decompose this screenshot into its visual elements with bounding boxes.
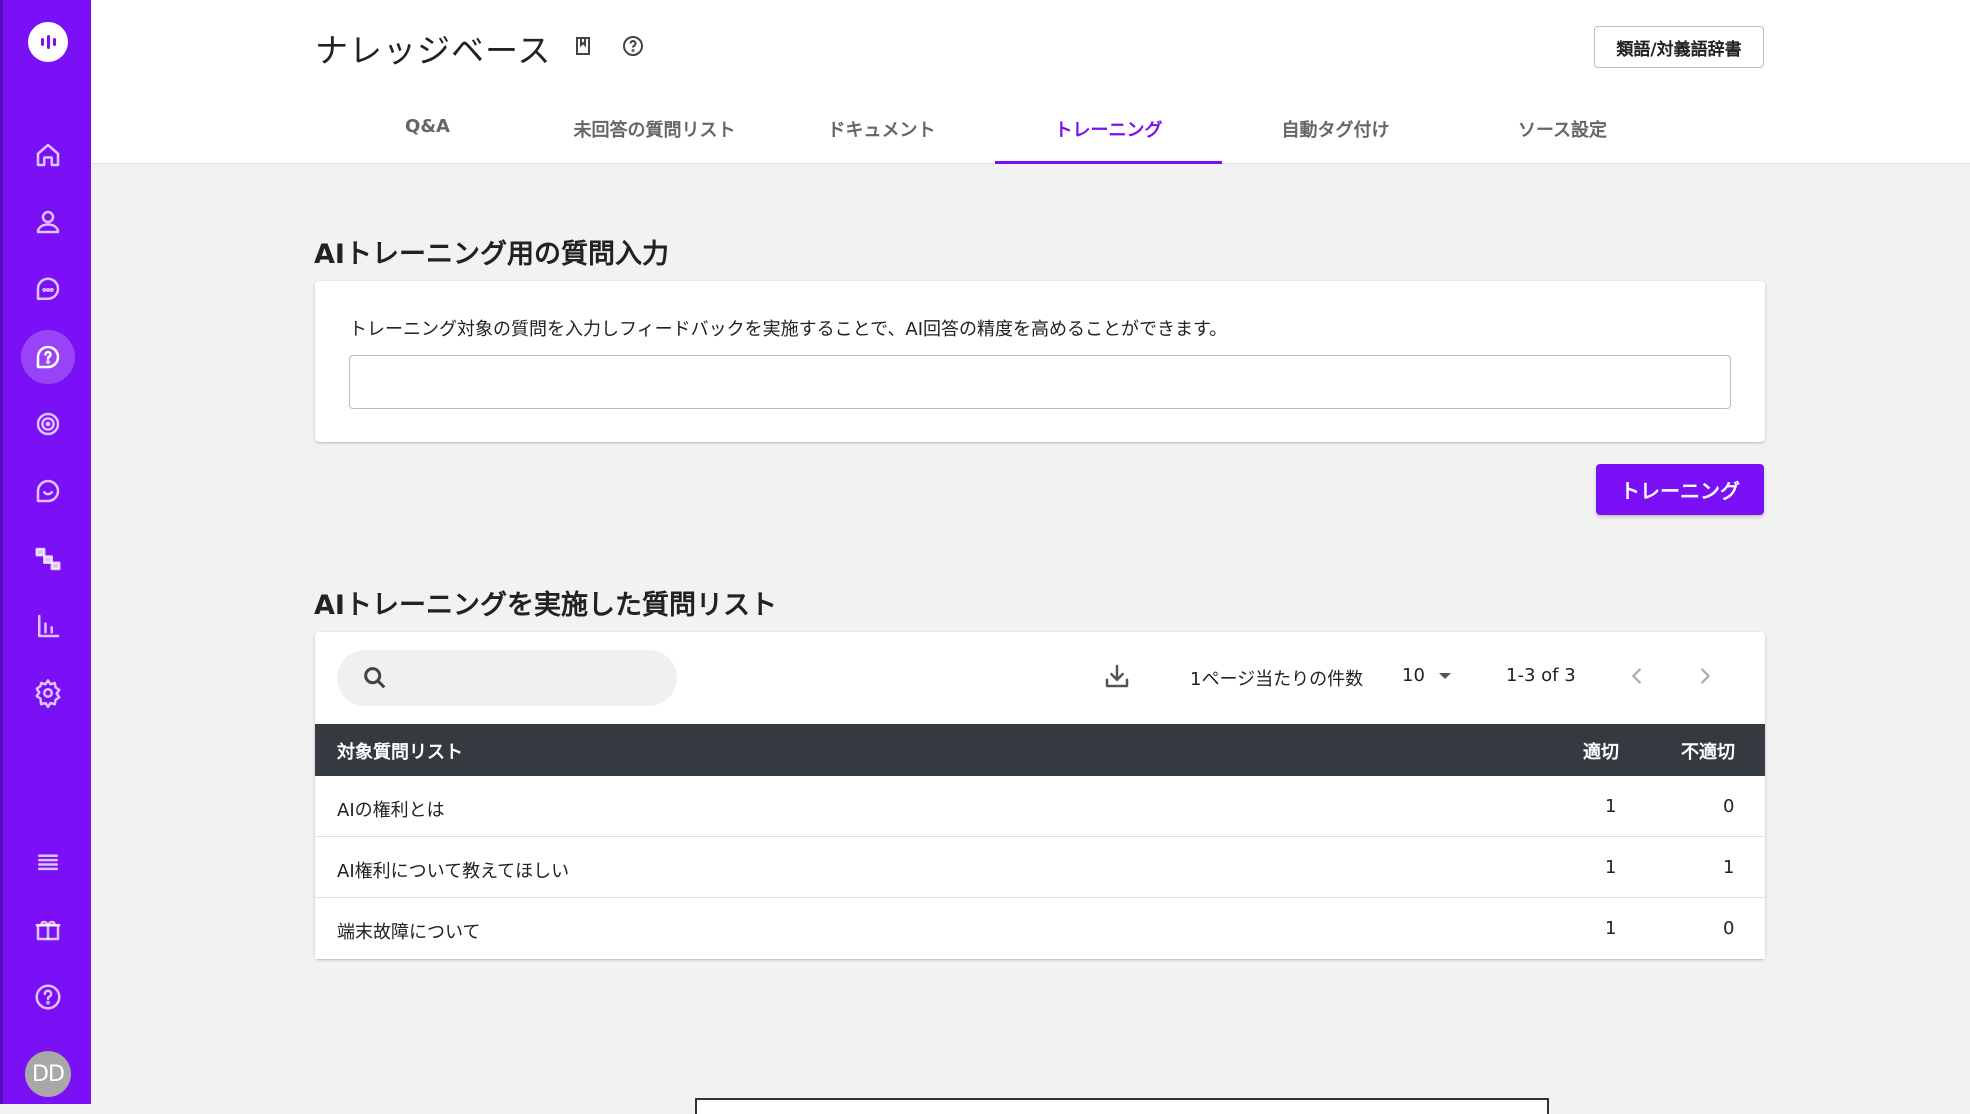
tab-training[interactable]: トレーニング — [995, 100, 1222, 164]
sidebar-item-chat[interactable] — [21, 263, 75, 317]
table-header: 対象質問リスト 適切 不適切 — [315, 724, 1765, 776]
row-appropriate-count: 1 — [1605, 918, 1617, 939]
tab-auto-tagging[interactable]: 自動タグ付け — [1222, 100, 1449, 164]
knowledge-icon — [36, 345, 60, 369]
table-row[interactable]: 端末故障について 1 0 — [315, 898, 1765, 959]
search-icon — [364, 667, 386, 689]
tab-source-settings[interactable]: ソース設定 — [1449, 100, 1676, 164]
home-icon — [36, 143, 60, 167]
tab-bar: Q&A 未回答の質問リスト ドキュメント トレーニング 自動タグ付け ソース設定 — [314, 100, 1676, 164]
training-description: トレーニング対象の質問を入力しフィードバックを実施することで、AI回答の精度を高… — [349, 319, 1228, 340]
target-icon — [36, 412, 60, 436]
rows-per-page-value: 10 — [1402, 665, 1425, 686]
row-question: AIの権利とは — [337, 800, 445, 821]
rows-per-page-select[interactable]: 10 — [1402, 665, 1451, 686]
next-page-button[interactable] — [1691, 662, 1719, 690]
sidebar-item-users[interactable] — [21, 195, 75, 249]
search-input[interactable] — [401, 667, 661, 689]
sidebar-item-help[interactable] — [21, 970, 75, 1024]
sidebar-item-settings[interactable] — [21, 666, 75, 720]
chat-icon — [36, 277, 60, 300]
app-logo[interactable] — [28, 22, 68, 62]
analytics-icon — [38, 614, 60, 638]
column-header-appropriate[interactable]: 適切 — [1583, 738, 1619, 764]
row-inappropriate-count: 0 — [1723, 918, 1735, 939]
tab-qa[interactable]: Q&A — [314, 100, 541, 164]
sidebar-item-knowledge[interactable] — [21, 330, 75, 384]
tab-unanswered[interactable]: 未回答の質問リスト — [541, 100, 768, 164]
avatar[interactable]: DD — [25, 1051, 71, 1097]
sidebar-item-target[interactable] — [21, 397, 75, 451]
row-question: 端末故障について — [337, 922, 481, 943]
page-header: ナレッジベース 類語/対義語辞書 Q&A 未回答の質問リスト ドキュメント トレ… — [91, 0, 1970, 164]
trained-list-title: AIトレーニングを実施した質問リスト — [314, 590, 777, 621]
rows-per-page-label: 1ページ当たりの件数 — [1190, 669, 1364, 690]
user-icon — [36, 210, 60, 234]
column-header-inappropriate[interactable]: 不適切 — [1681, 738, 1735, 764]
trained-list-card: 1ページ当たりの件数 10 1-3 of 3 対象質問リスト 適切 不適切 AI… — [315, 632, 1765, 959]
page-title: ナレッジベース — [315, 31, 552, 70]
gift-icon — [35, 920, 61, 941]
chevron-down-icon — [1438, 672, 1451, 679]
prev-page-button[interactable] — [1623, 662, 1651, 690]
row-question: AI権利について教えてほしい — [337, 861, 570, 882]
row-inappropriate-count: 1 — [1723, 857, 1735, 878]
download-icon[interactable] — [1102, 661, 1132, 691]
sidebar: DD — [0, 0, 91, 1104]
search-box[interactable] — [337, 650, 677, 706]
training-input-card: トレーニング対象の質問を入力しフィードバックを実施することで、AI回答の精度を高… — [315, 281, 1765, 442]
menu-icon — [38, 854, 58, 871]
tab-documents[interactable]: ドキュメント — [768, 100, 995, 164]
sidebar-item-messages[interactable] — [21, 464, 75, 518]
logo-icon — [40, 35, 56, 49]
bottom-panel-edge — [695, 1098, 1549, 1114]
flow-icon — [35, 547, 61, 571]
message-icon — [36, 479, 60, 503]
row-appropriate-count: 1 — [1605, 796, 1617, 817]
chevron-right-icon — [1701, 668, 1710, 684]
table-row[interactable]: AI権利について教えてほしい 1 1 — [315, 837, 1765, 898]
sidebar-item-flow[interactable] — [21, 532, 75, 586]
gear-icon — [35, 679, 61, 708]
help-icon — [35, 984, 61, 1010]
help-icon[interactable] — [621, 34, 645, 58]
sidebar-item-home[interactable] — [21, 128, 75, 182]
training-button[interactable]: トレーニング — [1596, 464, 1764, 515]
sidebar-item-analytics[interactable] — [21, 599, 75, 653]
bookmark-icon[interactable] — [571, 34, 595, 58]
sidebar-item-menu[interactable] — [21, 835, 75, 889]
column-header-question[interactable]: 対象質問リスト — [337, 738, 463, 764]
training-input-title: AIトレーニング用の質問入力 — [314, 239, 669, 270]
row-inappropriate-count: 0 — [1723, 796, 1735, 817]
table-row[interactable]: AIの権利とは 1 0 — [315, 776, 1765, 837]
sidebar-item-gift[interactable] — [21, 902, 75, 956]
row-appropriate-count: 1 — [1605, 857, 1617, 878]
pagination-range: 1-3 of 3 — [1506, 665, 1576, 686]
training-question-input[interactable] — [349, 355, 1731, 409]
chevron-left-icon — [1632, 668, 1641, 684]
synonym-dictionary-button[interactable]: 類語/対義語辞書 — [1594, 26, 1764, 68]
